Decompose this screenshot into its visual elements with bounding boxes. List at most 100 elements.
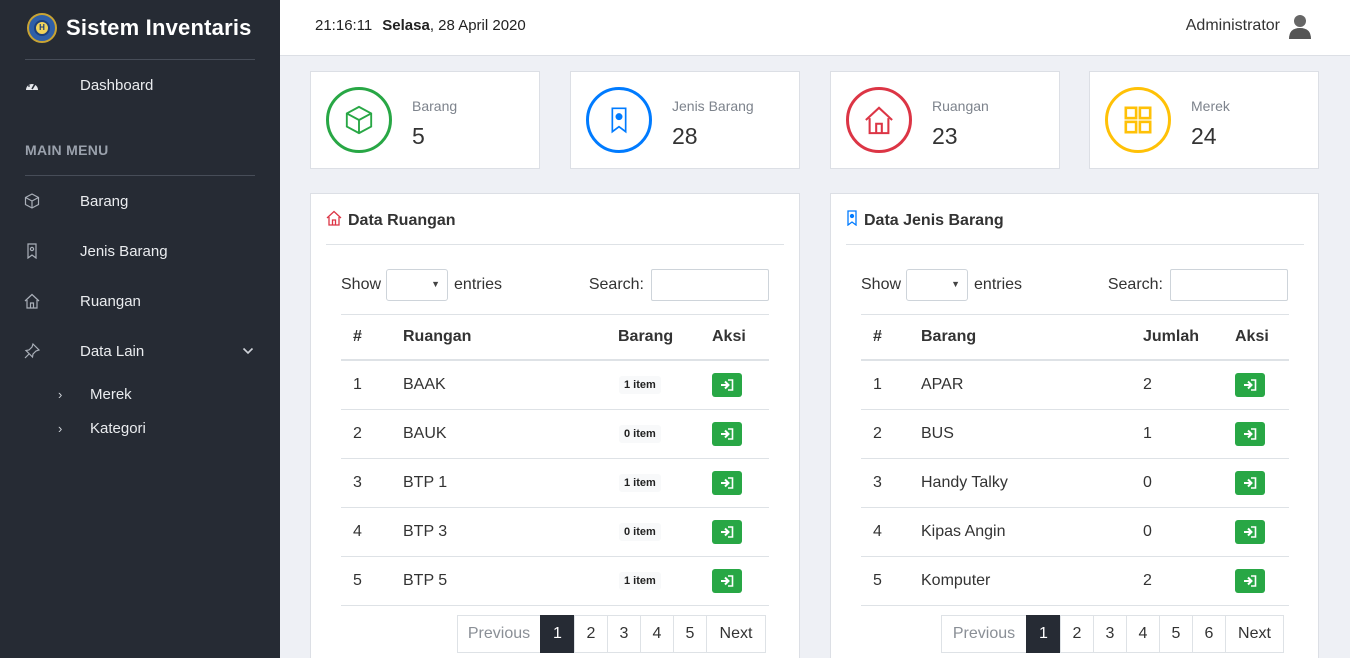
sidebar-item-label: Jenis Barang [80, 242, 168, 260]
sidebar-item-data-lain[interactable]: Data Lain [0, 331, 280, 371]
table-row: 2 BUS 1 [861, 410, 1289, 459]
pagination-page[interactable]: 2 [1060, 615, 1094, 653]
caret-down-icon: ▼ [951, 279, 961, 289]
stat-label: Merek [1191, 98, 1230, 114]
chevron-right-icon: › [58, 420, 63, 436]
divider [846, 244, 1304, 245]
topbar: 21:16:11 Selasa, 28 April 2020 Administra… [280, 0, 1350, 56]
row-count-cell: 1 [1143, 410, 1152, 458]
sign-in-icon [1244, 477, 1257, 489]
pagination-page[interactable]: 4 [1126, 615, 1160, 653]
row-name: Kipas Angin [921, 523, 1006, 540]
sidebar-subitem-merek[interactable]: › Merek [58, 382, 132, 406]
user-avatar-icon [1288, 13, 1312, 39]
row-number: 5 [873, 572, 882, 589]
sign-in-icon [721, 477, 734, 489]
bookmark-icon [586, 87, 652, 153]
sidebar-item-label: Dashboard [80, 76, 154, 94]
table-row: 2 BAUK 0 item [341, 410, 769, 459]
show-label: Show [341, 276, 382, 293]
open-button[interactable] [712, 471, 742, 495]
row-number: 3 [353, 474, 362, 491]
row-count-cell: 0 item [619, 410, 661, 458]
entries-select[interactable]: ▼ [906, 269, 969, 301]
stat-value: 5 [412, 123, 425, 149]
open-button[interactable] [1235, 569, 1265, 593]
chevron-down-icon[interactable] [242, 342, 254, 360]
sign-in-icon [1244, 575, 1257, 587]
stat-card-jenis-barang: Jenis Barang 28 [570, 71, 800, 169]
pagination-page[interactable]: 4 [640, 615, 674, 653]
clock-day: Selasa [382, 17, 430, 34]
jumlah-value: 0 [1143, 523, 1152, 540]
row-number: 5 [353, 572, 362, 589]
column-header-no[interactable]: # [873, 315, 882, 359]
open-button[interactable] [1235, 422, 1265, 446]
sign-in-icon [721, 379, 734, 391]
row-number: 1 [353, 376, 362, 393]
pagination-page[interactable]: 5 [1159, 615, 1193, 653]
pagination: Previous 123456 Next [941, 615, 1284, 653]
pagination-next[interactable]: Next [1225, 615, 1284, 653]
panel-data-ruangan: Data Ruangan Show ▼ entries Search: # Ru… [310, 193, 800, 658]
row-action-cell [712, 508, 742, 556]
pagination-page[interactable]: 1 [1026, 615, 1061, 653]
pin-icon [24, 343, 40, 359]
pagination-previous[interactable]: Previous [941, 615, 1027, 653]
sidebar-item-jenis-barang[interactable]: Jenis Barang [0, 231, 280, 271]
row-number: 2 [873, 425, 882, 442]
row-name: BUS [921, 425, 954, 442]
sidebar-subitem-label: Kategori [90, 419, 146, 437]
open-button[interactable] [712, 520, 742, 544]
pagination-previous[interactable]: Previous [457, 615, 541, 653]
sidebar-item-label: Barang [80, 192, 129, 210]
item-count-badge: 1 item [619, 376, 661, 394]
open-button[interactable] [1235, 373, 1265, 397]
stat-label: Jenis Barang [672, 98, 754, 114]
pagination-page[interactable]: 3 [607, 615, 641, 653]
jumlah-value: 1 [1143, 425, 1152, 442]
ruangan-table: # Ruangan Barang Aksi 1 BAAK 1 item 2 BAUK 0 … [341, 314, 769, 606]
sign-in-icon [1244, 526, 1257, 538]
entries-select[interactable]: ▼ [386, 269, 449, 301]
sidebar-item-ruangan[interactable]: Ruangan [0, 281, 280, 321]
row-count-cell: 1 item [619, 557, 661, 605]
open-button[interactable] [1235, 520, 1265, 544]
pagination-page[interactable]: 2 [574, 615, 608, 653]
sidebar-item-label: Ruangan [80, 292, 141, 310]
open-button[interactable] [712, 422, 742, 446]
sidebar-subitem-kategori[interactable]: › Kategori [58, 416, 146, 440]
pagination-page[interactable]: 6 [1192, 615, 1226, 653]
stat-card-barang: Barang 5 [310, 71, 540, 169]
bookmark-icon [846, 210, 858, 231]
open-button[interactable] [712, 569, 742, 593]
sidebar-item-barang[interactable]: Barang [0, 181, 280, 221]
row-action-cell [712, 459, 742, 507]
pagination-page[interactable]: 1 [540, 615, 575, 653]
home-icon [24, 293, 40, 309]
stat-value: 28 [672, 123, 698, 149]
item-count-badge: 0 item [619, 425, 661, 443]
stat-label: Barang [412, 98, 458, 114]
column-header-no[interactable]: # [353, 315, 362, 359]
brand[interactable]: H Sistem Inventaris [0, 0, 280, 56]
sidebar-item-dashboard[interactable]: Dashboard [0, 65, 280, 105]
pagination-next[interactable]: Next [706, 615, 766, 653]
pagination-page[interactable]: 3 [1093, 615, 1127, 653]
divider [326, 244, 784, 245]
panel-title: Data Jenis Barang [864, 211, 1004, 229]
search-input[interactable] [1170, 269, 1288, 301]
row-action-cell [712, 361, 742, 409]
column-header-jumlah[interactable]: Jumlah [1143, 315, 1199, 359]
open-button[interactable] [1235, 471, 1265, 495]
search-input[interactable] [651, 269, 769, 301]
user-menu[interactable]: Administrator [1186, 13, 1312, 39]
column-header-barang[interactable]: Barang [921, 315, 976, 359]
open-button[interactable] [712, 373, 742, 397]
table-row: 5 Komputer 2 [861, 557, 1289, 606]
sign-in-icon [1244, 428, 1257, 440]
item-count-badge: 0 item [619, 523, 661, 541]
pagination-page[interactable]: 5 [673, 615, 707, 653]
column-header-ruangan[interactable]: Ruangan [403, 315, 471, 359]
column-header-barang[interactable]: Barang [618, 315, 673, 359]
